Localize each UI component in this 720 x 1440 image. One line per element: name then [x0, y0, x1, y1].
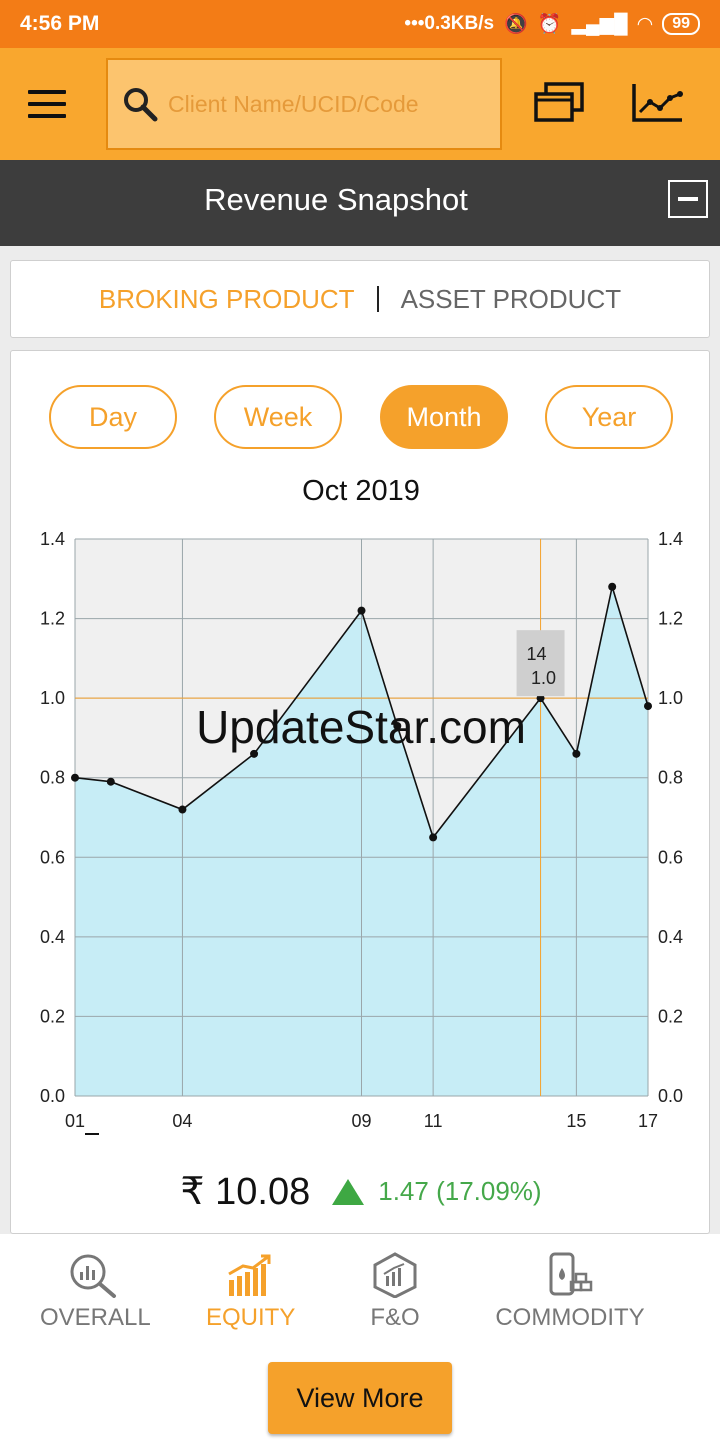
category-overall[interactable]: OVERALL	[40, 1252, 151, 1332]
y-tick-label-right: 1.0	[658, 688, 683, 708]
y-tick-label-left: 0.4	[40, 927, 65, 947]
revenue-amount: ₹ 10.08	[180, 1171, 311, 1213]
y-tick-label-right: 0.0	[658, 1086, 683, 1106]
y-tick-label-left: 1.2	[40, 609, 65, 629]
chart-title: Oct 2019	[302, 475, 420, 507]
trend-up-icon	[332, 1178, 365, 1205]
menu-icon[interactable]	[28, 90, 66, 118]
data-point	[178, 805, 187, 814]
period-year[interactable]: Year	[545, 385, 673, 449]
net-speed: •••0.3KB/s	[404, 13, 495, 34]
x-tick-label: 04	[172, 1111, 192, 1131]
y-tick-label-left: 1.4	[40, 529, 65, 549]
tab-asset-product[interactable]: ASSET PRODUCT	[379, 284, 644, 315]
data-point	[608, 582, 617, 591]
period-day[interactable]: Day	[49, 385, 177, 449]
data-point	[71, 773, 79, 782]
line-chart-icon[interactable]	[630, 82, 684, 126]
watermark-text: UpdateStar.com	[196, 701, 526, 753]
battery-icon: 99	[662, 13, 700, 35]
x-tick-label: 17	[638, 1111, 658, 1131]
y-tick-label-left: 0.2	[40, 1006, 65, 1026]
category-nav: OVERALL EQUITY F&O COMMODITY	[0, 1234, 720, 1364]
category-label: F&O	[370, 1304, 420, 1331]
app-bar	[0, 48, 720, 160]
tooltip-x-label: 14	[527, 644, 547, 664]
wifi-icon: ◠	[637, 13, 653, 35]
search-icon	[124, 88, 158, 122]
revenue-change: 1.47 (17.09%)	[378, 1176, 542, 1206]
tab-broking-product[interactable]: BROKING PRODUCT	[77, 284, 377, 315]
status-time: 4:56 PM	[20, 12, 100, 35]
product-tabs: BROKING PRODUCT ASSET PRODUCT	[10, 260, 710, 338]
x-tick-label: 15	[566, 1111, 586, 1131]
y-tick-label-right: 1.4	[658, 529, 683, 549]
y-tick-label-left: 0.8	[40, 768, 65, 788]
rising-bars-icon	[228, 1254, 271, 1296]
view-more-button[interactable]: View More	[268, 1362, 452, 1434]
y-tick-label-left: 0.6	[40, 847, 65, 867]
y-tick-label-left: 1.0	[40, 688, 65, 708]
period-tabs: Day Week Month Year	[11, 385, 711, 449]
status-icons: •••0.3KB/s 🔕 ⏰ ▂▄▆█ ◠ 99	[404, 12, 700, 36]
section-header: Revenue Snapshot	[0, 160, 720, 246]
x-tick-label: 01	[65, 1111, 85, 1131]
revenue-summary: ₹ 10.08 1.47 (17.09%)	[11, 1169, 711, 1214]
category-label: EQUITY	[206, 1304, 296, 1331]
period-month[interactable]: Month	[380, 385, 508, 449]
hexagon-chart-icon	[373, 1252, 417, 1298]
category-label: COMMODITY	[495, 1304, 645, 1331]
x-tick-label: 09	[351, 1111, 371, 1131]
search-box[interactable]	[106, 58, 502, 150]
data-point	[106, 777, 115, 786]
period-week[interactable]: Week	[214, 385, 342, 449]
collapse-button[interactable]	[668, 180, 708, 218]
minus-icon	[678, 197, 698, 201]
category-commodity[interactable]: COMMODITY	[494, 1252, 646, 1332]
data-point	[644, 702, 652, 711]
status-bar: 4:56 PM •••0.3KB/s 🔕 ⏰ ▂▄▆█ ◠ 99	[0, 0, 720, 48]
chart-card: Day Week Month Year Oct 2019 UpdateStar.…	[10, 350, 710, 1234]
data-point	[572, 749, 581, 758]
data-point	[429, 833, 438, 842]
y-tick-label-right: 0.8	[658, 768, 683, 788]
y-tick-label-right: 0.6	[658, 847, 683, 867]
data-point	[357, 606, 366, 615]
revenue-chart[interactable]: UpdateStar.com 14 1.0 0.0 0.0 0.2 0.2 0.4 0.4 0.6…	[11, 511, 711, 1151]
y-tick-label-left: 0.0	[40, 1086, 65, 1106]
category-equity[interactable]: EQUITY	[206, 1252, 296, 1332]
mute-icon: 🔕	[504, 14, 528, 35]
y-tick-label-right: 0.2	[658, 1006, 683, 1026]
alarm-icon: ⏰	[537, 14, 562, 35]
commodity-icon	[549, 1252, 593, 1296]
section-title: Revenue Snapshot	[204, 182, 468, 217]
y-tick-label-right: 1.2	[658, 609, 683, 629]
x-tick-label: 11	[424, 1111, 443, 1131]
multi-window-icon[interactable]	[532, 82, 586, 126]
y-tick-label-right: 0.4	[658, 927, 683, 947]
signal-icon: ▂▄▆█	[571, 13, 628, 35]
magnifier-chart-icon	[70, 1254, 116, 1298]
category-fno[interactable]: F&O	[360, 1252, 430, 1332]
category-label: OVERALL	[40, 1304, 151, 1331]
tooltip-y-label: 1.0	[531, 668, 556, 688]
search-input[interactable]	[168, 90, 468, 118]
